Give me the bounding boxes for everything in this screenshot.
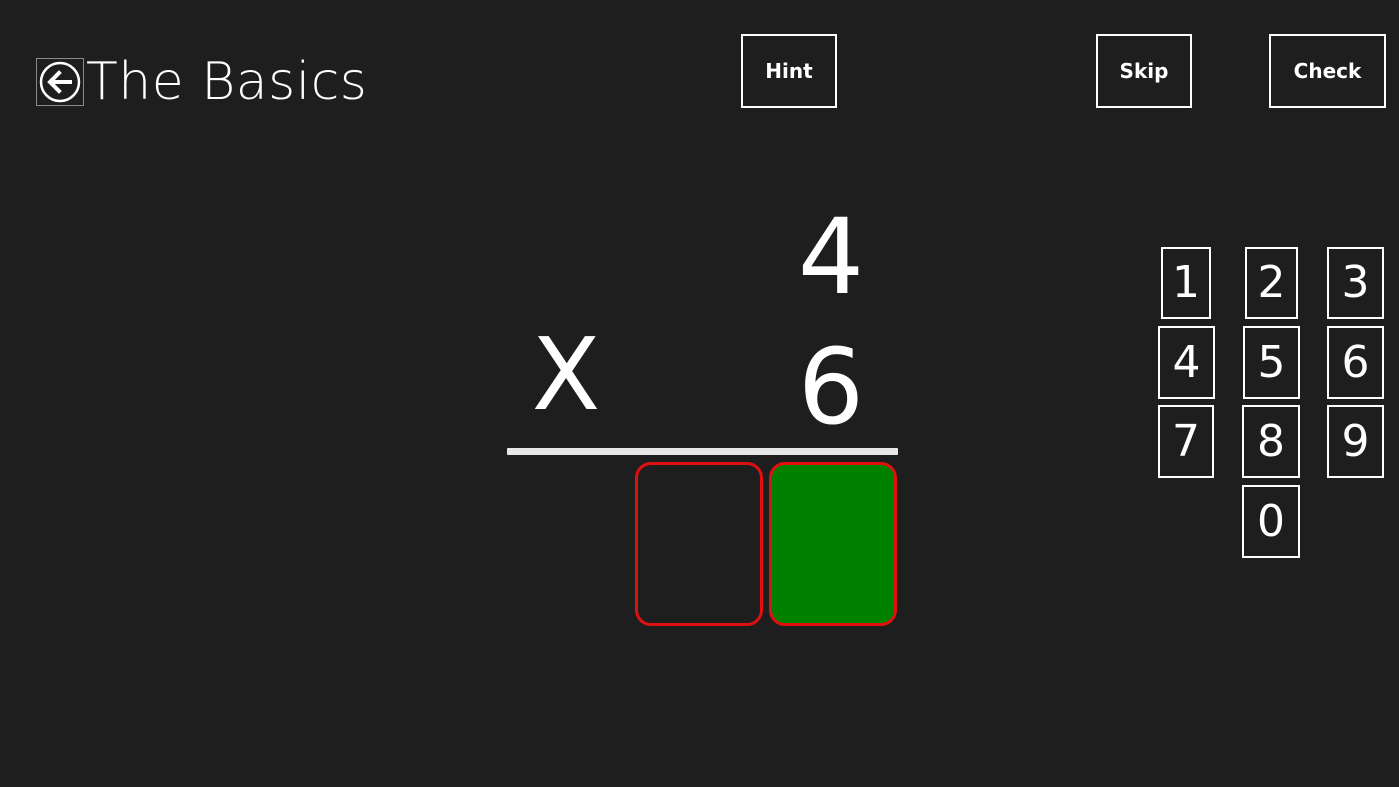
multiply-operator: X <box>531 316 601 433</box>
keypad-key-2[interactable]: 2 <box>1245 247 1298 319</box>
keypad-key-9[interactable]: 9 <box>1327 405 1384 478</box>
back-button[interactable] <box>36 58 84 106</box>
keypad-key-8[interactable]: 8 <box>1242 405 1300 478</box>
keypad-key-6[interactable]: 6 <box>1327 326 1384 399</box>
answer-box-ones[interactable] <box>769 462 897 626</box>
keypad-key-3[interactable]: 3 <box>1327 247 1384 319</box>
app-window: The Basics Hint Skip Check 4 X 6 1 2 3 4… <box>0 0 1399 787</box>
hint-button[interactable]: Hint <box>741 34 837 108</box>
answer-box-tens[interactable] <box>635 462 763 626</box>
back-arrow-icon <box>39 61 81 103</box>
page-title: The Basics <box>86 52 368 112</box>
skip-button[interactable]: Skip <box>1096 34 1192 108</box>
answer-rule <box>507 448 898 455</box>
keypad-key-0[interactable]: 0 <box>1242 485 1300 558</box>
top-operand: 4 <box>797 196 865 318</box>
keypad-key-1[interactable]: 1 <box>1161 247 1211 319</box>
bottom-operand: 6 <box>797 326 865 448</box>
keypad-key-7[interactable]: 7 <box>1158 405 1214 478</box>
keypad-key-5[interactable]: 5 <box>1243 326 1300 399</box>
check-button[interactable]: Check <box>1269 34 1386 108</box>
keypad-key-4[interactable]: 4 <box>1158 326 1215 399</box>
